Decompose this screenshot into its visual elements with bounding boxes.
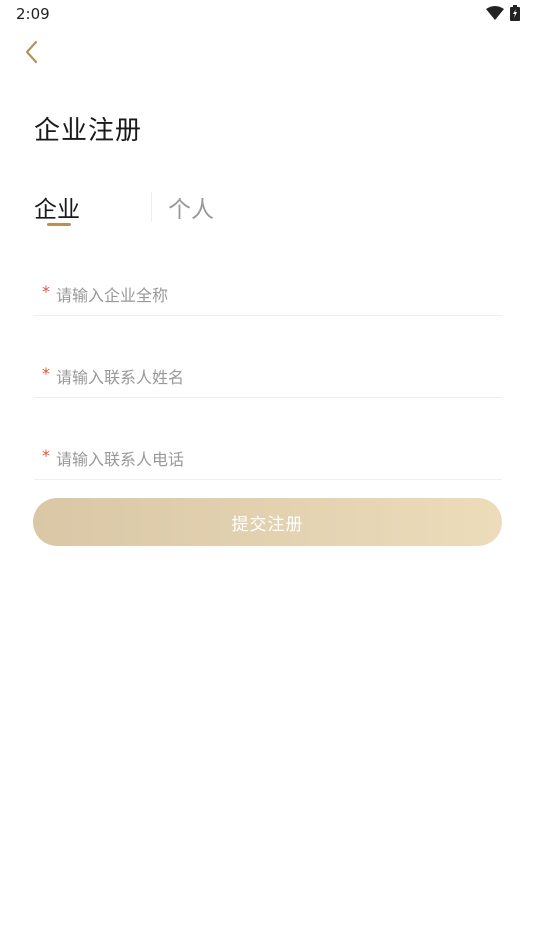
company-name-input[interactable]: [56, 280, 496, 310]
status-bar: 2:09: [0, 0, 534, 28]
required-mark: *: [42, 446, 50, 465]
contact-name-field: *: [34, 362, 502, 398]
tab-personal[interactable]: 个人: [168, 190, 214, 224]
submit-registration-button[interactable]: 提交注册: [33, 498, 502, 546]
back-button[interactable]: [20, 38, 46, 66]
page-title: 企业注册: [34, 116, 143, 146]
tab-enterprise[interactable]: 企业: [34, 190, 80, 224]
tab-bar: 企业 个人: [34, 190, 334, 230]
contact-name-input[interactable]: [56, 362, 496, 392]
wifi-icon: [486, 6, 504, 20]
battery-charging-icon: [510, 5, 520, 21]
company-name-field: *: [34, 280, 502, 316]
required-mark: *: [42, 282, 50, 301]
required-mark: *: [42, 364, 50, 383]
contact-phone-field: *: [34, 444, 502, 480]
status-icons: [486, 5, 520, 21]
chevron-left-icon: [25, 40, 38, 64]
status-time: 2:09: [16, 5, 50, 23]
contact-phone-input[interactable]: [56, 444, 496, 474]
tab-divider: [151, 192, 152, 222]
active-tab-indicator: [47, 223, 71, 226]
registration-screen: 2:09 企业注册 企业 个人 * * *: [0, 0, 534, 950]
